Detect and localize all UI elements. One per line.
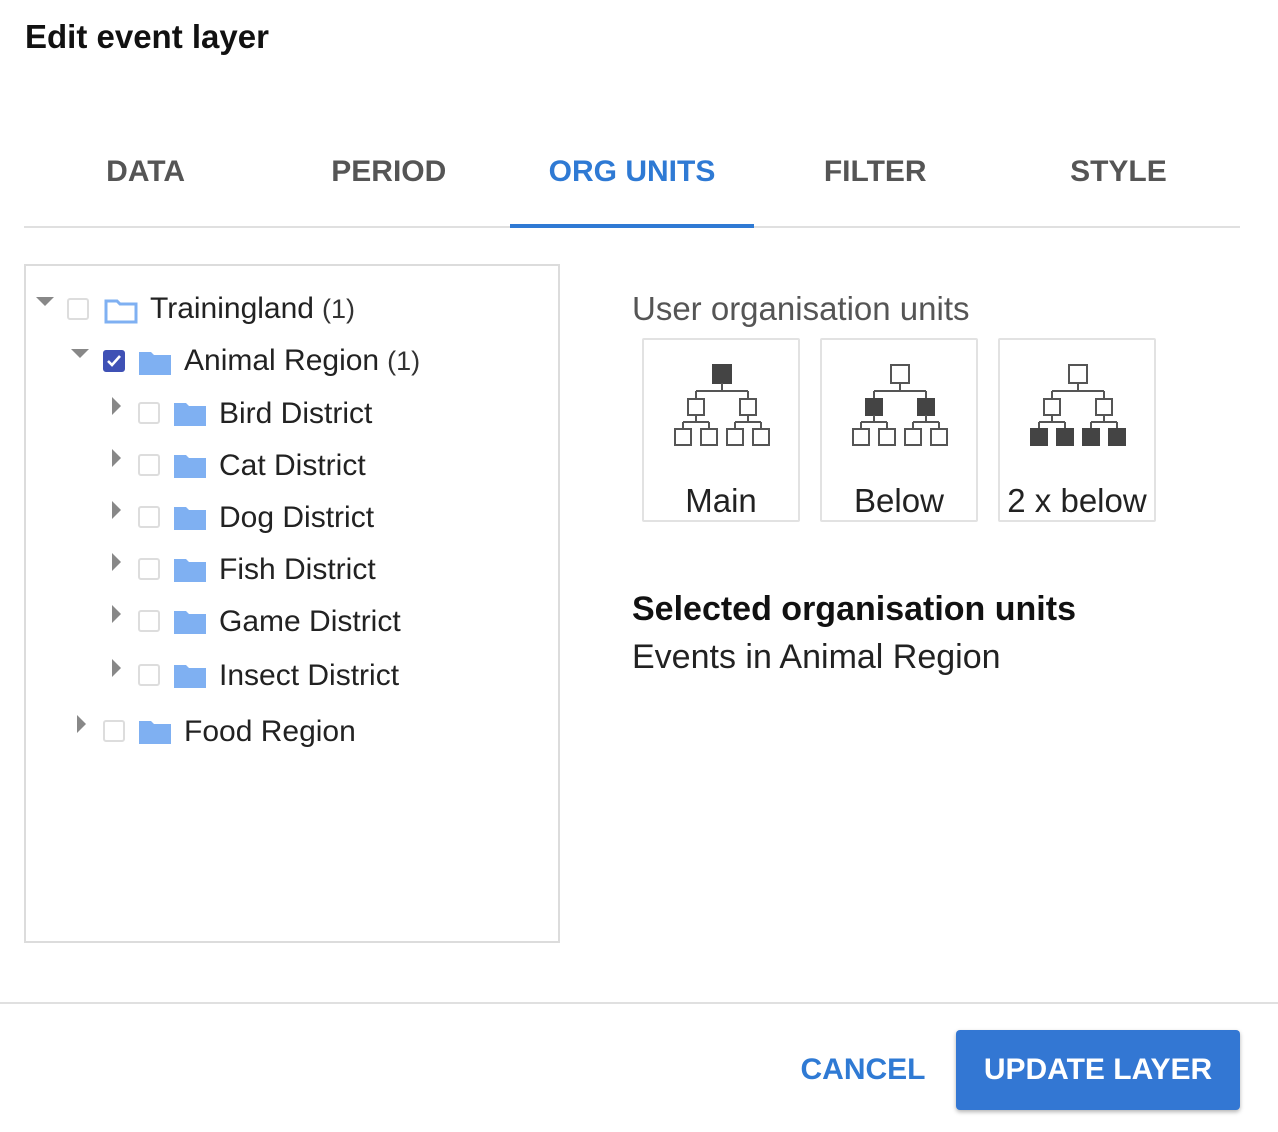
tree-checkbox[interactable] <box>138 506 160 528</box>
expand-arrow-icon[interactable] <box>36 297 54 306</box>
folder-open-icon <box>104 299 138 324</box>
tab-bar: DATA PERIOD ORG UNITS FILTER STYLE <box>24 130 1240 228</box>
tree-item-label[interactable]: Cat District <box>219 449 366 483</box>
tree-item-count: (1) <box>387 346 421 376</box>
tree-item-food-region: Food Region <box>26 708 556 758</box>
org-unit-tree: Trainingland (1) Animal Region (1) Bird Di… <box>24 264 560 943</box>
user-org-units-title: User organisation units <box>632 290 970 327</box>
tab-org-units[interactable]: ORG UNITS <box>510 130 754 228</box>
folder-icon <box>174 507 206 530</box>
collapse-arrow-icon[interactable] <box>112 553 121 571</box>
collapse-arrow-icon[interactable] <box>112 659 121 677</box>
tree-item-label[interactable]: Insect District <box>219 659 399 693</box>
level-two-below-label: 2 x below <box>1007 482 1147 519</box>
tree-checkbox[interactable] <box>103 720 125 742</box>
tree-item-label[interactable]: Dog District <box>219 501 374 535</box>
folder-icon <box>139 721 171 744</box>
tab-data[interactable]: DATA <box>24 130 267 226</box>
tree-item-district: Cat District <box>26 442 556 492</box>
check-icon <box>107 355 121 367</box>
tree-item-label[interactable]: Bird District <box>219 397 372 431</box>
collapse-arrow-icon[interactable] <box>112 449 121 467</box>
level-below-button[interactable]: Below <box>820 338 978 522</box>
tree-item-animal-region: Animal Region (1) <box>26 338 556 388</box>
tree-item-district: Fish District <box>26 546 556 596</box>
tree-item-count: (1) <box>322 294 355 324</box>
footer-divider <box>0 1002 1278 1004</box>
dialog-title: Edit event layer <box>25 18 269 55</box>
tree-checkbox[interactable] <box>67 298 89 320</box>
folder-icon <box>174 665 206 688</box>
org-level-below-icon <box>852 364 948 446</box>
tree-checkbox-checked[interactable] <box>103 350 125 372</box>
tree-item-district: Insect District <box>26 652 556 702</box>
collapse-arrow-icon[interactable] <box>112 501 121 519</box>
level-two-below-button[interactable]: 2 x below <box>998 338 1156 522</box>
tree-item-label[interactable]: Animal Region (1) <box>184 344 420 378</box>
tree-item-label[interactable]: Trainingland (1) <box>150 292 355 326</box>
folder-icon <box>174 403 206 426</box>
selected-org-units-value: Events in Animal Region <box>632 638 1001 676</box>
cancel-button[interactable]: CANCEL <box>782 1030 944 1110</box>
collapse-arrow-icon[interactable] <box>112 605 121 623</box>
tree-item-trainingland: Trainingland (1) <box>26 286 556 336</box>
tab-filter[interactable]: FILTER <box>754 130 997 226</box>
tree-checkbox[interactable] <box>138 558 160 580</box>
tree-item-label[interactable]: Fish District <box>219 553 376 587</box>
folder-icon <box>174 455 206 478</box>
level-main-button[interactable]: Main <box>642 338 800 522</box>
update-layer-button[interactable]: UPDATE LAYER <box>956 1030 1240 1110</box>
level-below-label: Below <box>854 482 944 519</box>
tab-style[interactable]: STYLE <box>997 130 1240 226</box>
level-main-label: Main <box>685 482 757 519</box>
expand-arrow-icon[interactable] <box>71 349 89 358</box>
org-level-main-icon <box>674 364 770 446</box>
tree-item-label[interactable]: Game District <box>219 605 401 639</box>
org-level-two-below-icon <box>1030 364 1126 446</box>
collapse-arrow-icon[interactable] <box>77 715 86 733</box>
tree-item-district: Game District <box>26 598 556 648</box>
tree-checkbox[interactable] <box>138 402 160 424</box>
tree-checkbox[interactable] <box>138 664 160 686</box>
tree-item-label[interactable]: Food Region <box>184 715 356 749</box>
folder-icon <box>174 559 206 582</box>
selected-org-units-title: Selected organisation units <box>632 590 1076 628</box>
tree-checkbox[interactable] <box>138 454 160 476</box>
tree-item-district: Dog District <box>26 494 556 544</box>
folder-icon <box>174 611 206 634</box>
tab-period[interactable]: PERIOD <box>267 130 510 226</box>
folder-icon <box>139 352 171 375</box>
tree-checkbox[interactable] <box>138 610 160 632</box>
collapse-arrow-icon[interactable] <box>112 397 121 415</box>
tree-item-district: Bird District <box>26 390 556 440</box>
